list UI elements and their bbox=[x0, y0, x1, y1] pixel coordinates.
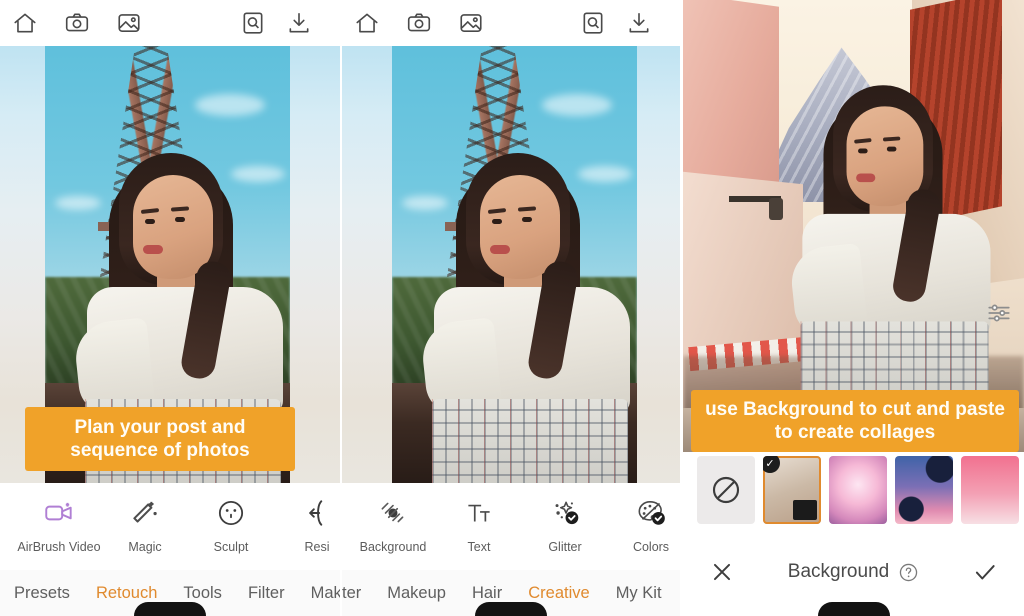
download-icon[interactable] bbox=[286, 10, 312, 36]
tool-label: Glitter bbox=[548, 540, 582, 554]
top-toolbar-right-group bbox=[240, 10, 328, 36]
video-camera-icon bbox=[16, 493, 102, 533]
home-icon[interactable] bbox=[354, 10, 380, 36]
top-toolbar-2 bbox=[342, 0, 680, 46]
close-icon[interactable] bbox=[709, 559, 735, 585]
face-sculpt-icon bbox=[188, 493, 274, 533]
top-toolbar-left-group bbox=[12, 10, 142, 36]
tab-presets[interactable]: Presets bbox=[14, 584, 70, 603]
tool-label: Resi bbox=[304, 540, 330, 554]
tab-makeup[interactable]: Mak bbox=[311, 584, 340, 603]
compare-icon[interactable] bbox=[240, 10, 266, 36]
check-icon: ✓ bbox=[763, 456, 780, 473]
tool-label: Text bbox=[467, 540, 491, 554]
photo-canvas-3[interactable]: use Background to cut and paste to creat… bbox=[683, 0, 1024, 452]
download-icon[interactable] bbox=[626, 10, 652, 36]
top-toolbar-1 bbox=[0, 0, 340, 46]
gallery-icon[interactable] bbox=[116, 10, 142, 36]
tool-background[interactable]: Background bbox=[350, 483, 436, 554]
camera-icon[interactable] bbox=[64, 10, 90, 36]
tab-hair[interactable]: Hair bbox=[472, 584, 502, 603]
glitter-icon bbox=[522, 493, 608, 533]
thumbnail-background-pink-sunset[interactable] bbox=[829, 456, 887, 524]
tool-airbrush-video[interactable]: AirBrush Video bbox=[16, 483, 102, 554]
phone-panel-3: use Background to cut and paste to creat… bbox=[680, 0, 1024, 616]
gallery-icon[interactable] bbox=[458, 10, 484, 36]
thumbnail-background-rose[interactable] bbox=[961, 456, 1019, 524]
resize-icon bbox=[274, 493, 340, 533]
screenshot-root: Plan your post and sequence of photos Ai… bbox=[0, 0, 1024, 616]
tab-retouch[interactable]: Retouch bbox=[96, 584, 157, 603]
check-icon[interactable] bbox=[972, 559, 998, 585]
question-mark-icon[interactable] bbox=[898, 562, 919, 583]
home-indicator bbox=[475, 602, 547, 616]
background-icon bbox=[350, 493, 436, 533]
person-subject bbox=[418, 153, 637, 483]
bottom-tabs-2: ter Makeup Hair Creative My Kit bbox=[342, 570, 680, 616]
tab-tools[interactable]: Tools bbox=[183, 584, 222, 603]
top-toolbar-left-group bbox=[354, 10, 484, 36]
magic-wand-icon bbox=[102, 493, 188, 533]
tool-strip-1: AirBrush Video Magic Sculpt Resi bbox=[0, 483, 340, 570]
bottom-tabs-1: Presets Retouch Tools Filter Mak bbox=[0, 570, 340, 616]
tool-label: AirBrush Video bbox=[17, 540, 101, 554]
tool-sculpt[interactable]: Sculpt bbox=[188, 483, 274, 554]
edited-photo-eiffel[interactable] bbox=[392, 46, 637, 483]
thumbnail-background-palm-trees[interactable] bbox=[895, 456, 953, 524]
thumbnail-background-street[interactable]: ✓ bbox=[763, 456, 821, 524]
tool-label: Magic bbox=[128, 540, 162, 554]
tooltip-caption-3: use Background to cut and paste to creat… bbox=[691, 389, 1019, 452]
tool-colors[interactable]: Colors bbox=[608, 483, 680, 554]
tool-strip-2: Background Text Glitter Colors bbox=[342, 483, 680, 570]
background-thumbnail-strip[interactable]: ✓ bbox=[683, 452, 1024, 528]
tab-my-kit[interactable]: My Kit bbox=[616, 584, 662, 603]
tab-filter[interactable]: Filter bbox=[248, 584, 285, 603]
tool-label: Background bbox=[359, 540, 427, 554]
tab-makeup[interactable]: Makeup bbox=[387, 584, 446, 603]
tool-resize[interactable]: Resi bbox=[274, 483, 340, 554]
tool-label: Colors bbox=[632, 540, 670, 554]
phone-panel-2: Background Text Glitter Colors ter Makeu… bbox=[340, 0, 680, 616]
tool-text[interactable]: Text bbox=[436, 483, 522, 554]
thumbnail-background-none[interactable] bbox=[697, 456, 755, 524]
tab-creative[interactable]: Creative bbox=[528, 584, 589, 603]
camera-icon[interactable] bbox=[406, 10, 432, 36]
palette-icon bbox=[608, 493, 680, 533]
tab-filter-partial[interactable]: ter bbox=[342, 584, 361, 603]
home-icon[interactable] bbox=[12, 10, 38, 36]
tool-glitter[interactable]: Glitter bbox=[522, 483, 608, 554]
street-lamp bbox=[729, 196, 783, 220]
compare-icon[interactable] bbox=[580, 10, 606, 36]
photo-canvas-1[interactable]: Plan your post and sequence of photos bbox=[0, 46, 340, 483]
top-toolbar-right-group bbox=[580, 10, 668, 36]
tooltip-caption-1: Plan your post and sequence of photos bbox=[25, 406, 295, 471]
home-indicator bbox=[817, 602, 890, 616]
bottom-bar-title-group: Background bbox=[735, 561, 972, 583]
bottom-bar-title: Background bbox=[787, 561, 890, 582]
bottom-action-bar-3: Background bbox=[683, 528, 1024, 616]
phone-panel-1: Plan your post and sequence of photos Ai… bbox=[0, 0, 340, 616]
tool-label: Sculpt bbox=[213, 540, 249, 554]
text-icon bbox=[436, 493, 522, 533]
sliders-icon[interactable] bbox=[986, 300, 1012, 326]
person-subject-cutout[interactable] bbox=[787, 85, 991, 408]
tool-magic[interactable]: Magic bbox=[102, 483, 188, 554]
photo-canvas-2[interactable] bbox=[342, 46, 680, 483]
home-indicator bbox=[134, 602, 206, 616]
